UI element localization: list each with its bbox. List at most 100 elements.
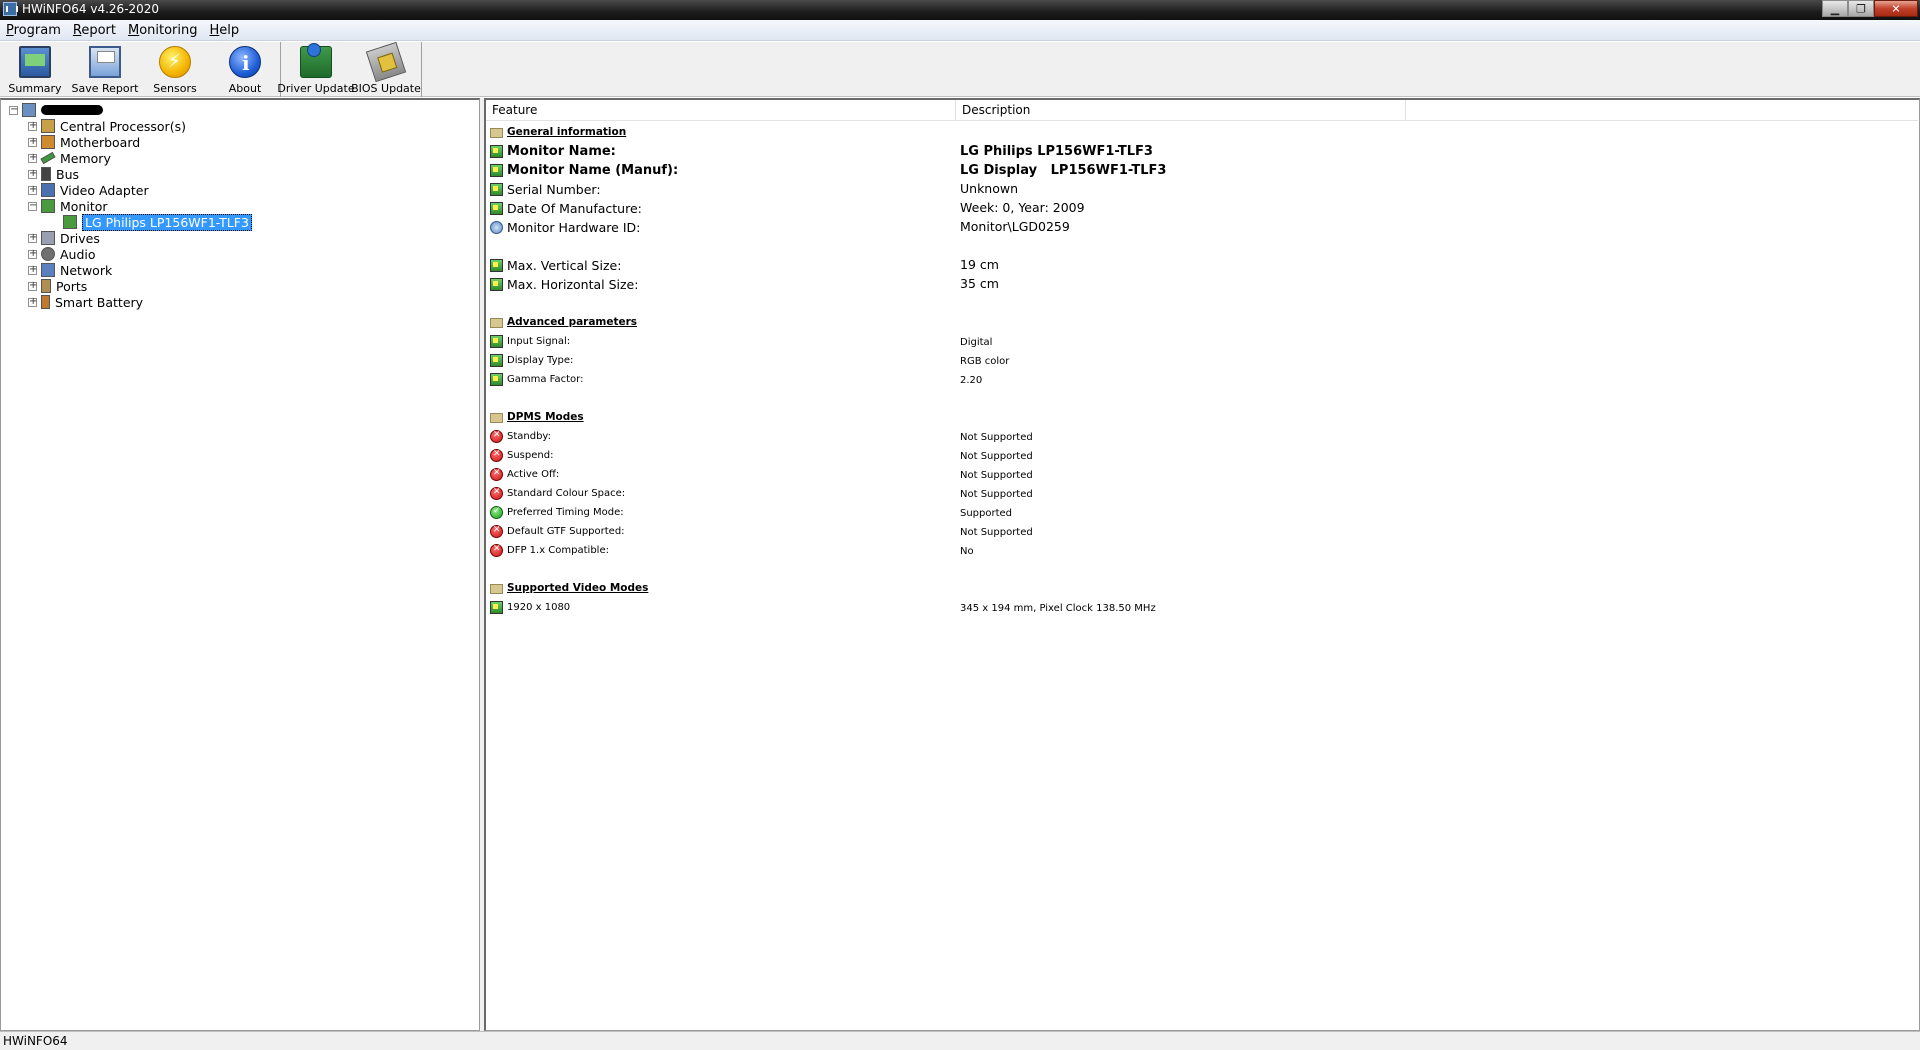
network-icon [41, 263, 55, 277]
close-button[interactable]: ✕ [1874, 0, 1918, 17]
table-row[interactable]: Input Signal: Digital [486, 332, 1918, 350]
section-supported-video-modes[interactable]: Supported Video Modes [486, 579, 1918, 597]
video-adapter-icon [41, 183, 55, 197]
bios-chip-icon [365, 41, 407, 83]
sensors-button[interactable]: Sensors [140, 42, 210, 97]
expand-toggle[interactable]: + [28, 136, 37, 147]
expand-toggle[interactable]: + [28, 120, 37, 131]
toolbar-group-updates: Driver Update BIOS Update [277, 41, 422, 97]
tree-item-audio[interactable]: + Audio [28, 246, 96, 262]
table-row[interactable]: Active Off: Not Supported [486, 465, 1918, 483]
table-row[interactable]: 1920 x 1080 345 x 194 mm, Pixel Clock 13… [486, 598, 1918, 616]
monitor-icon [490, 144, 503, 158]
expand-toggle[interactable]: + [28, 280, 37, 291]
driver-update-icon [300, 43, 332, 78]
maximize-button[interactable]: ❐ [1848, 0, 1874, 17]
window-controls: ▁ ❐ ✕ [1822, 0, 1918, 18]
minimize-button[interactable]: ▁ [1822, 0, 1848, 17]
app-icon[interactable] [3, 2, 18, 16]
check-icon [490, 505, 503, 519]
table-row[interactable]: Display Type: RGB color [486, 351, 1918, 369]
table-row[interactable]: Max. Vertical Size: 19 cm [486, 256, 1918, 274]
section-advanced-parameters[interactable]: Advanced parameters [486, 313, 1918, 331]
drives-icon [41, 231, 55, 245]
tree-item-ports[interactable]: + Ports [28, 278, 87, 294]
tree-item-motherboard[interactable]: + Motherboard [28, 134, 140, 150]
table-row[interactable]: Monitor Name (Manuf): LG Display LP156WF… [486, 161, 1918, 179]
menu-monitoring[interactable]: Monitoring [122, 23, 204, 38]
memory-icon [40, 151, 56, 165]
monitor-icon [490, 163, 503, 177]
section-general-information[interactable]: General information [486, 123, 1918, 141]
toolbar: Summary Save Report Sensors About Driver… [0, 41, 1920, 97]
tree-item-video-adapter[interactable]: + Video Adapter [28, 182, 149, 198]
close-icon: ✕ [1891, 2, 1901, 15]
table-row[interactable]: DFP 1.x Compatible: No [486, 541, 1918, 559]
minimize-icon: ▁ [1830, 2, 1840, 15]
sensors-icon [159, 46, 191, 78]
table-row[interactable]: Monitor Name: LG Philips LP156WF1-TLF3 [486, 142, 1918, 160]
status-bar: HWiNFO64 [0, 1031, 1920, 1050]
column-header-description[interactable]: Description [956, 100, 1406, 121]
collapse-toggle[interactable]: − [28, 200, 37, 211]
tree-item-drives[interactable]: + Drives [28, 230, 100, 246]
table-row[interactable]: Max. Horizontal Size: 35 cm [486, 275, 1918, 293]
section-dpms-modes[interactable]: DPMS Modes [486, 408, 1918, 426]
menu-bar: Program Report Monitoring Help [0, 20, 1920, 41]
summary-icon [19, 46, 51, 78]
expand-toggle[interactable]: + [28, 184, 37, 195]
driver-update-button[interactable]: Driver Update [277, 42, 355, 97]
audio-icon [41, 247, 55, 261]
tree-item-network[interactable]: + Network [28, 262, 112, 278]
error-icon [490, 543, 503, 557]
menu-program[interactable]: Program [0, 23, 67, 38]
monitor-icon [490, 600, 503, 614]
folder-icon [490, 318, 503, 328]
table-row[interactable]: Standard Colour Space: Not Supported [486, 484, 1918, 502]
tree-item-monitor-lg-philips[interactable]: LG Philips LP156WF1-TLF3 [63, 213, 252, 231]
monitor-icon [41, 199, 55, 213]
bios-update-button[interactable]: BIOS Update [351, 41, 421, 97]
window-title: HWiNFO64 v4.26-2020 [22, 2, 160, 16]
table-row[interactable]: Serial Number: Unknown [486, 180, 1918, 198]
expand-toggle[interactable]: + [28, 152, 37, 163]
bus-icon [41, 167, 51, 181]
tree-item-bus[interactable]: + Bus [28, 166, 79, 182]
column-header-feature[interactable]: Feature [486, 100, 956, 121]
menu-help[interactable]: Help [204, 23, 246, 38]
table-row[interactable]: Standby: Not Supported [486, 427, 1918, 445]
expand-toggle[interactable]: + [28, 232, 37, 243]
table-row[interactable]: Gamma Factor: 2.20 [486, 370, 1918, 388]
battery-icon [41, 295, 50, 309]
table-row[interactable]: Date Of Manufacture: Week: 0, Year: 2009 [486, 199, 1918, 217]
tree-item-smart-battery[interactable]: + Smart Battery [28, 294, 143, 310]
table-row[interactable]: Monitor Hardware ID: Monitor\LGD0259 [486, 218, 1918, 236]
restore-icon: ❐ [1856, 2, 1866, 15]
error-icon [490, 486, 503, 500]
cpu-icon [41, 119, 55, 133]
expand-toggle[interactable]: + [28, 248, 37, 259]
error-icon [490, 524, 503, 538]
device-tree[interactable]: − + Central Processor(s) + Motherboard +… [0, 98, 480, 1031]
expand-toggle[interactable]: + [28, 264, 37, 275]
toolbar-group-main: Summary Save Report Sensors About [0, 42, 281, 97]
monitor-icon [490, 258, 503, 272]
table-row[interactable]: Default GTF Supported: Not Supported [486, 522, 1918, 540]
about-button[interactable]: About [210, 42, 280, 97]
collapse-toggle[interactable]: − [9, 104, 18, 115]
folder-icon [490, 413, 503, 423]
expand-toggle[interactable]: + [28, 296, 37, 307]
tree-item-monitor[interactable]: − Monitor [28, 198, 108, 214]
tree-item-memory[interactable]: + Memory [28, 150, 111, 166]
table-row[interactable]: Preferred Timing Mode: Supported [486, 503, 1918, 521]
tree-root[interactable]: − [9, 102, 103, 118]
motherboard-icon [41, 135, 55, 149]
monitor-icon [490, 353, 503, 367]
expand-toggle[interactable]: + [28, 168, 37, 179]
save-report-button[interactable]: Save Report [70, 42, 140, 97]
tree-item-cpu[interactable]: + Central Processor(s) [28, 118, 186, 134]
computer-icon [22, 103, 36, 117]
summary-button[interactable]: Summary [0, 42, 70, 97]
table-row[interactable]: Suspend: Not Supported [486, 446, 1918, 464]
menu-report[interactable]: Report [67, 23, 122, 38]
